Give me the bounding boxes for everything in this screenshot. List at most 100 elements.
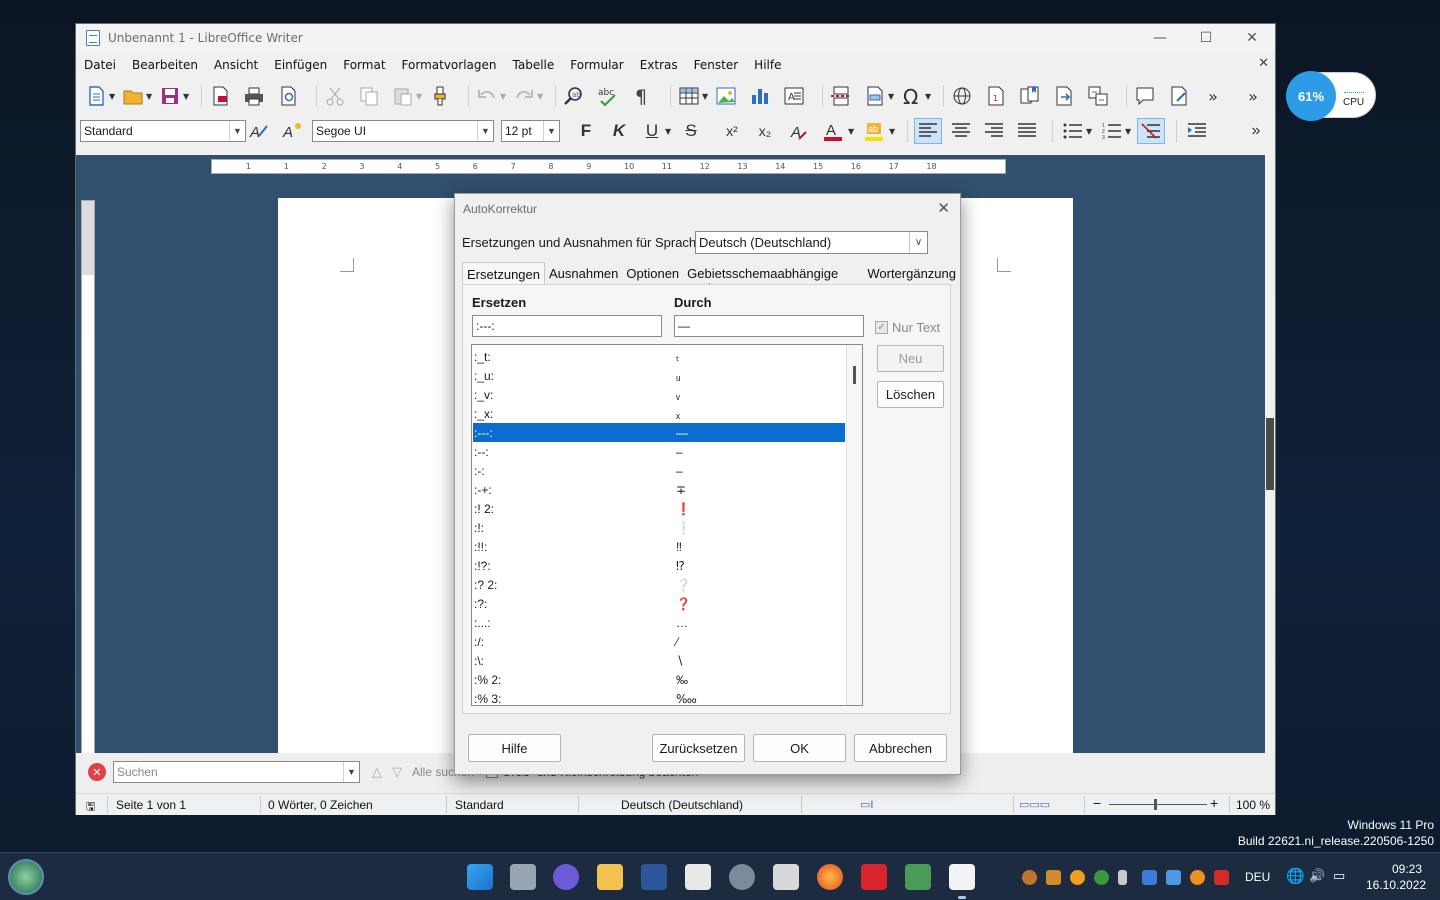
maximize-button[interactable]: ☐ <box>1183 24 1229 52</box>
list-item[interactable]: :_v: ᵥ <box>473 385 845 404</box>
list-item[interactable]: :!: ❕ <box>473 518 845 537</box>
ok-button[interactable]: OK <box>753 734 846 762</box>
usb-icon[interactable] <box>1118 870 1127 885</box>
menu-formatvorlagen[interactable]: Formatvorlagen <box>396 58 503 72</box>
page-layout-icons[interactable]: ▭▭▭ <box>1019 798 1050 811</box>
print-icon[interactable] <box>242 84 266 108</box>
language-select[interactable]: Deutsch (Deutschland) ∨ <box>695 231 928 254</box>
firefox-icon[interactable] <box>817 864 843 890</box>
menu-fenster[interactable]: Fenster <box>688 58 745 72</box>
word-count-label[interactable]: 0 Wörter, 0 Zeichen <box>268 798 373 812</box>
tab-ausnahmen[interactable]: Ausnahmen <box>545 262 622 285</box>
settings-icon[interactable] <box>729 864 755 890</box>
menu-formular[interactable]: Formular <box>564 58 629 72</box>
new-style-icon[interactable]: A <box>279 118 307 144</box>
table-dropdown-icon[interactable]: ▼ <box>702 92 710 101</box>
minimize-button[interactable]: — <box>1137 24 1183 52</box>
font-name-combo[interactable]: Segoe UI ▼ <box>312 120 494 142</box>
new-dropdown-icon[interactable]: ▼ <box>109 92 117 101</box>
replace-input[interactable]: :---: <box>472 315 662 337</box>
new-button[interactable]: Neu <box>877 345 944 372</box>
document-modified-icon[interactable]: 🖫 <box>86 798 95 817</box>
tray-icon-1[interactable] <box>1022 870 1037 885</box>
insert-table-icon[interactable] <box>677 84 701 108</box>
text-only-checkbox[interactable]: ✓ Nur Text <box>875 320 940 335</box>
numbered-dropdown-icon[interactable]: ▼ <box>1125 127 1133 136</box>
menu-einfuegen[interactable]: Einfügen <box>268 58 333 72</box>
increase-indent-icon[interactable] <box>1183 118 1211 144</box>
page-style-label[interactable]: Standard <box>455 798 504 812</box>
paragraph-style-combo[interactable]: Standard ▼ <box>80 120 246 142</box>
redo-dropdown-icon[interactable]: ▼ <box>537 92 545 101</box>
list-item[interactable]: :% 3: ‱ <box>473 689 845 705</box>
track-changes-icon[interactable] <box>1167 84 1191 108</box>
list-item[interactable]: :?: ❓ <box>473 594 845 613</box>
insert-field-icon[interactable] <box>863 84 887 108</box>
clock-date[interactable]: 16.10.2022 <box>1366 878 1426 892</box>
insert-mode-icon[interactable]: ▭I <box>860 798 873 811</box>
copy-icon[interactable] <box>357 84 381 108</box>
start-orb-icon[interactable] <box>8 859 44 895</box>
list-item[interactable]: :\: ∖ <box>473 651 845 670</box>
bookmark-icon[interactable] <box>1018 84 1042 108</box>
paste-dropdown-icon[interactable]: ▼ <box>416 92 424 101</box>
network-app-icon[interactable] <box>905 864 931 890</box>
writer-taskbar-icon[interactable] <box>949 864 975 890</box>
list-item[interactable]: :...:… <box>473 613 845 632</box>
list-item[interactable]: :_x: ₓ <box>473 404 845 423</box>
delete-button[interactable]: Löschen <box>877 381 944 408</box>
no-list-icon[interactable] <box>1137 118 1165 144</box>
tab-wortergaenzung[interactable]: Wortergänzung <box>863 262 960 285</box>
list-item[interactable]: :!?: ⁉ <box>473 556 845 575</box>
tab-optionen[interactable]: Optionen <box>622 262 683 285</box>
horizontal-ruler[interactable]: 1 1 2 3 4 5 6 7 8 9 10 11 12 13 14 15 16 17 18 <box>211 159 1006 174</box>
word-icon[interactable] <box>641 864 667 890</box>
vertical-ruler[interactable] <box>81 200 95 760</box>
cross-reference-2-icon[interactable] <box>1086 84 1110 108</box>
superscript-button[interactable]: x² <box>718 118 746 144</box>
bold-button[interactable]: F <box>572 118 600 144</box>
menu-hilfe[interactable]: Hilfe <box>748 58 787 72</box>
list-item[interactable]: :! 2: ❗ <box>473 499 845 518</box>
new-document-icon[interactable] <box>84 84 108 108</box>
find-replace-icon[interactable]: ab <box>562 84 586 108</box>
paste-icon[interactable] <box>391 84 415 108</box>
replacement-list[interactable]: :_t: ₜ:_u: ᵤ:_v: ᵥ:_x: ₓ:---: —:--: –:-: –:-+: ∓… <box>471 344 863 706</box>
hyperlink-icon[interactable] <box>950 84 974 108</box>
cut-icon[interactable] <box>323 84 347 108</box>
help-button[interactable]: Hilfe <box>468 734 561 762</box>
zoom-out-icon[interactable]: − <box>1093 795 1101 811</box>
menu-format[interactable]: Format <box>337 58 391 72</box>
font-size-combo[interactable]: 12 pt ▼ <box>501 120 560 142</box>
volume-icon[interactable]: 🔊 <box>1309 868 1325 884</box>
file-explorer-icon[interactable] <box>597 864 623 890</box>
highlight-color-icon[interactable]: ab <box>860 118 888 144</box>
formatting-marks-icon[interactable]: ¶ <box>630 84 654 108</box>
bullet-dropdown-icon[interactable]: ▼ <box>1086 127 1094 136</box>
special-character-icon[interactable]: Ω <box>900 84 924 108</box>
open-folder-icon[interactable] <box>121 84 145 108</box>
export-pdf-icon[interactable] <box>208 84 232 108</box>
chevron-down-icon[interactable]: ∨ <box>909 232 927 253</box>
insert-chart-icon[interactable] <box>748 84 772 108</box>
list-item[interactable]: :!!: ‼ <box>473 537 845 556</box>
comment-icon[interactable] <box>1133 84 1157 108</box>
close-findbar-icon[interactable]: ✕ <box>88 763 106 781</box>
chevron-down-icon[interactable]: ▼ <box>343 762 359 782</box>
justify-icon[interactable] <box>1013 118 1041 144</box>
chevron-down-icon[interactable]: ▼ <box>477 121 493 141</box>
more-tools-icon[interactable]: » <box>1201 84 1225 108</box>
security-shield-icon[interactable] <box>1142 870 1157 885</box>
checkmark-icon[interactable]: ✓ <box>875 321 888 334</box>
list-item[interactable]: :% 2: ‰ <box>473 670 845 689</box>
font-color-dropdown-icon[interactable]: ▼ <box>848 127 856 136</box>
underline-dropdown-icon[interactable]: ▼ <box>665 127 673 136</box>
align-left-icon[interactable] <box>914 118 942 144</box>
zoom-in-icon[interactable]: + <box>1210 795 1218 811</box>
menu-datei[interactable]: Datei <box>78 58 122 72</box>
insert-textbox-icon[interactable]: A <box>782 84 806 108</box>
underline-button[interactable]: U <box>638 118 666 144</box>
windows-start-icon[interactable] <box>467 864 493 890</box>
pdf-tray-icon[interactable] <box>1214 870 1229 885</box>
undo-dropdown-icon[interactable]: ▼ <box>500 92 508 101</box>
